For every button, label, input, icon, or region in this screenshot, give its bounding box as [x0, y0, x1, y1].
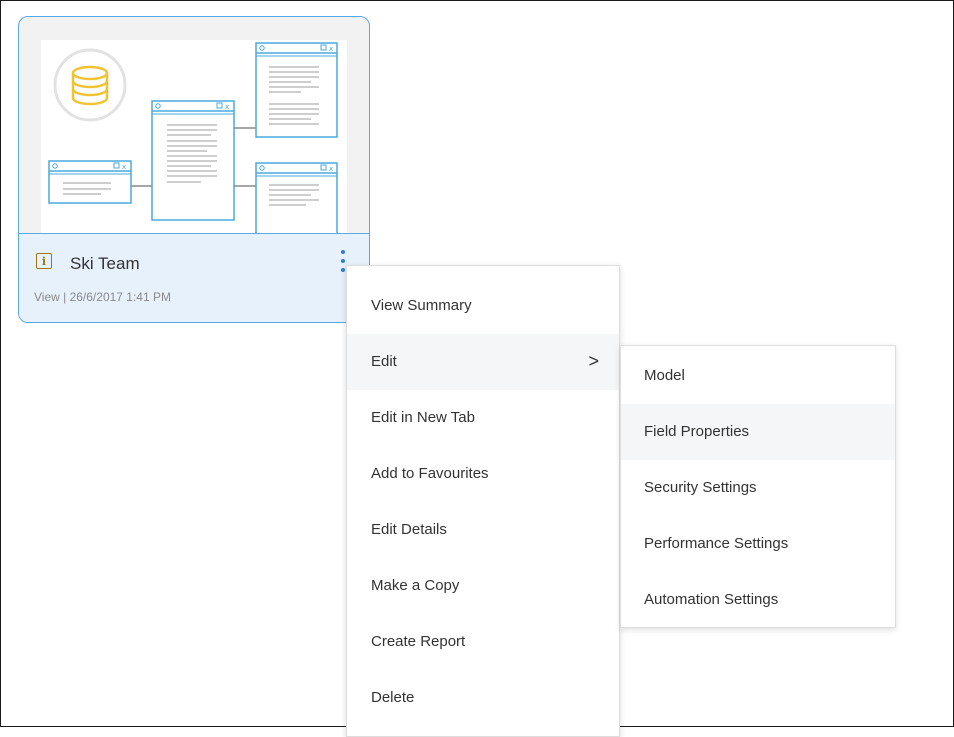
menu-item-label: Delete	[371, 689, 415, 706]
diagram-window-2: x	[151, 100, 235, 221]
card-footer: i Ski Team View | 26/6/2017 1:41 PM	[19, 233, 369, 322]
svg-text:x: x	[329, 165, 333, 173]
submenu-item-security-settings[interactable]: Security Settings	[621, 460, 895, 516]
menu-item-label: Add to Favourites	[371, 465, 489, 482]
menu-item-add-to-favourites[interactable]: Add to Favourites	[347, 446, 619, 502]
menu-item-delete[interactable]: Delete	[347, 670, 619, 726]
menu-item-view-summary[interactable]: View Summary	[347, 278, 619, 334]
submenu-item-label: Automation Settings	[644, 591, 779, 608]
chevron-right-icon: >	[588, 351, 599, 371]
svg-text:x: x	[122, 163, 126, 171]
submenu-item-automation-settings[interactable]: Automation Settings	[621, 572, 895, 628]
menu-item-create-report[interactable]: Create Report	[347, 614, 619, 670]
database-icon	[53, 48, 127, 122]
context-menu: View Summary Edit > Edit in New Tab Add …	[346, 265, 620, 737]
menu-item-label: Edit in New Tab	[371, 409, 475, 426]
diagram-window-4: x	[255, 162, 338, 233]
submenu-item-label: Field Properties	[644, 423, 750, 440]
submenu-item-field-properties[interactable]: Field Properties	[621, 404, 895, 460]
menu-item-edit[interactable]: Edit >	[347, 334, 619, 390]
info-icon: i	[36, 253, 52, 269]
menu-item-make-a-copy[interactable]: Make a Copy	[347, 558, 619, 614]
model-diagram-illustration: x x x x	[48, 42, 338, 233]
diagram-window-3: x	[48, 160, 132, 204]
submenu-item-model[interactable]: Model	[621, 348, 895, 404]
card-title[interactable]: Ski Team	[70, 254, 140, 274]
menu-item-label: View Summary	[371, 297, 472, 314]
menu-item-label: Make a Copy	[371, 577, 460, 594]
svg-text:x: x	[329, 45, 333, 53]
submenu-item-label: Security Settings	[644, 479, 757, 496]
report-card[interactable]: x x x x i Ski Team View | 26/6/2017 1:41…	[18, 16, 370, 323]
diagram-window-1: x	[255, 42, 338, 138]
menu-item-label: Edit Details	[371, 521, 447, 538]
menu-item-edit-in-new-tab[interactable]: Edit in New Tab	[347, 390, 619, 446]
submenu-item-label: Performance Settings	[644, 535, 789, 552]
submenu-item-performance-settings[interactable]: Performance Settings	[621, 516, 895, 572]
menu-item-label: Create Report	[371, 633, 466, 650]
menu-item-label: Edit	[371, 353, 397, 370]
edit-submenu: Model Field Properties Security Settings…	[620, 345, 896, 628]
menu-item-edit-details[interactable]: Edit Details	[347, 502, 619, 558]
card-meta: View | 26/6/2017 1:41 PM	[34, 290, 171, 304]
svg-text:x: x	[225, 103, 229, 111]
submenu-item-label: Model	[644, 367, 685, 384]
card-thumbnail: x x x x	[41, 40, 347, 233]
